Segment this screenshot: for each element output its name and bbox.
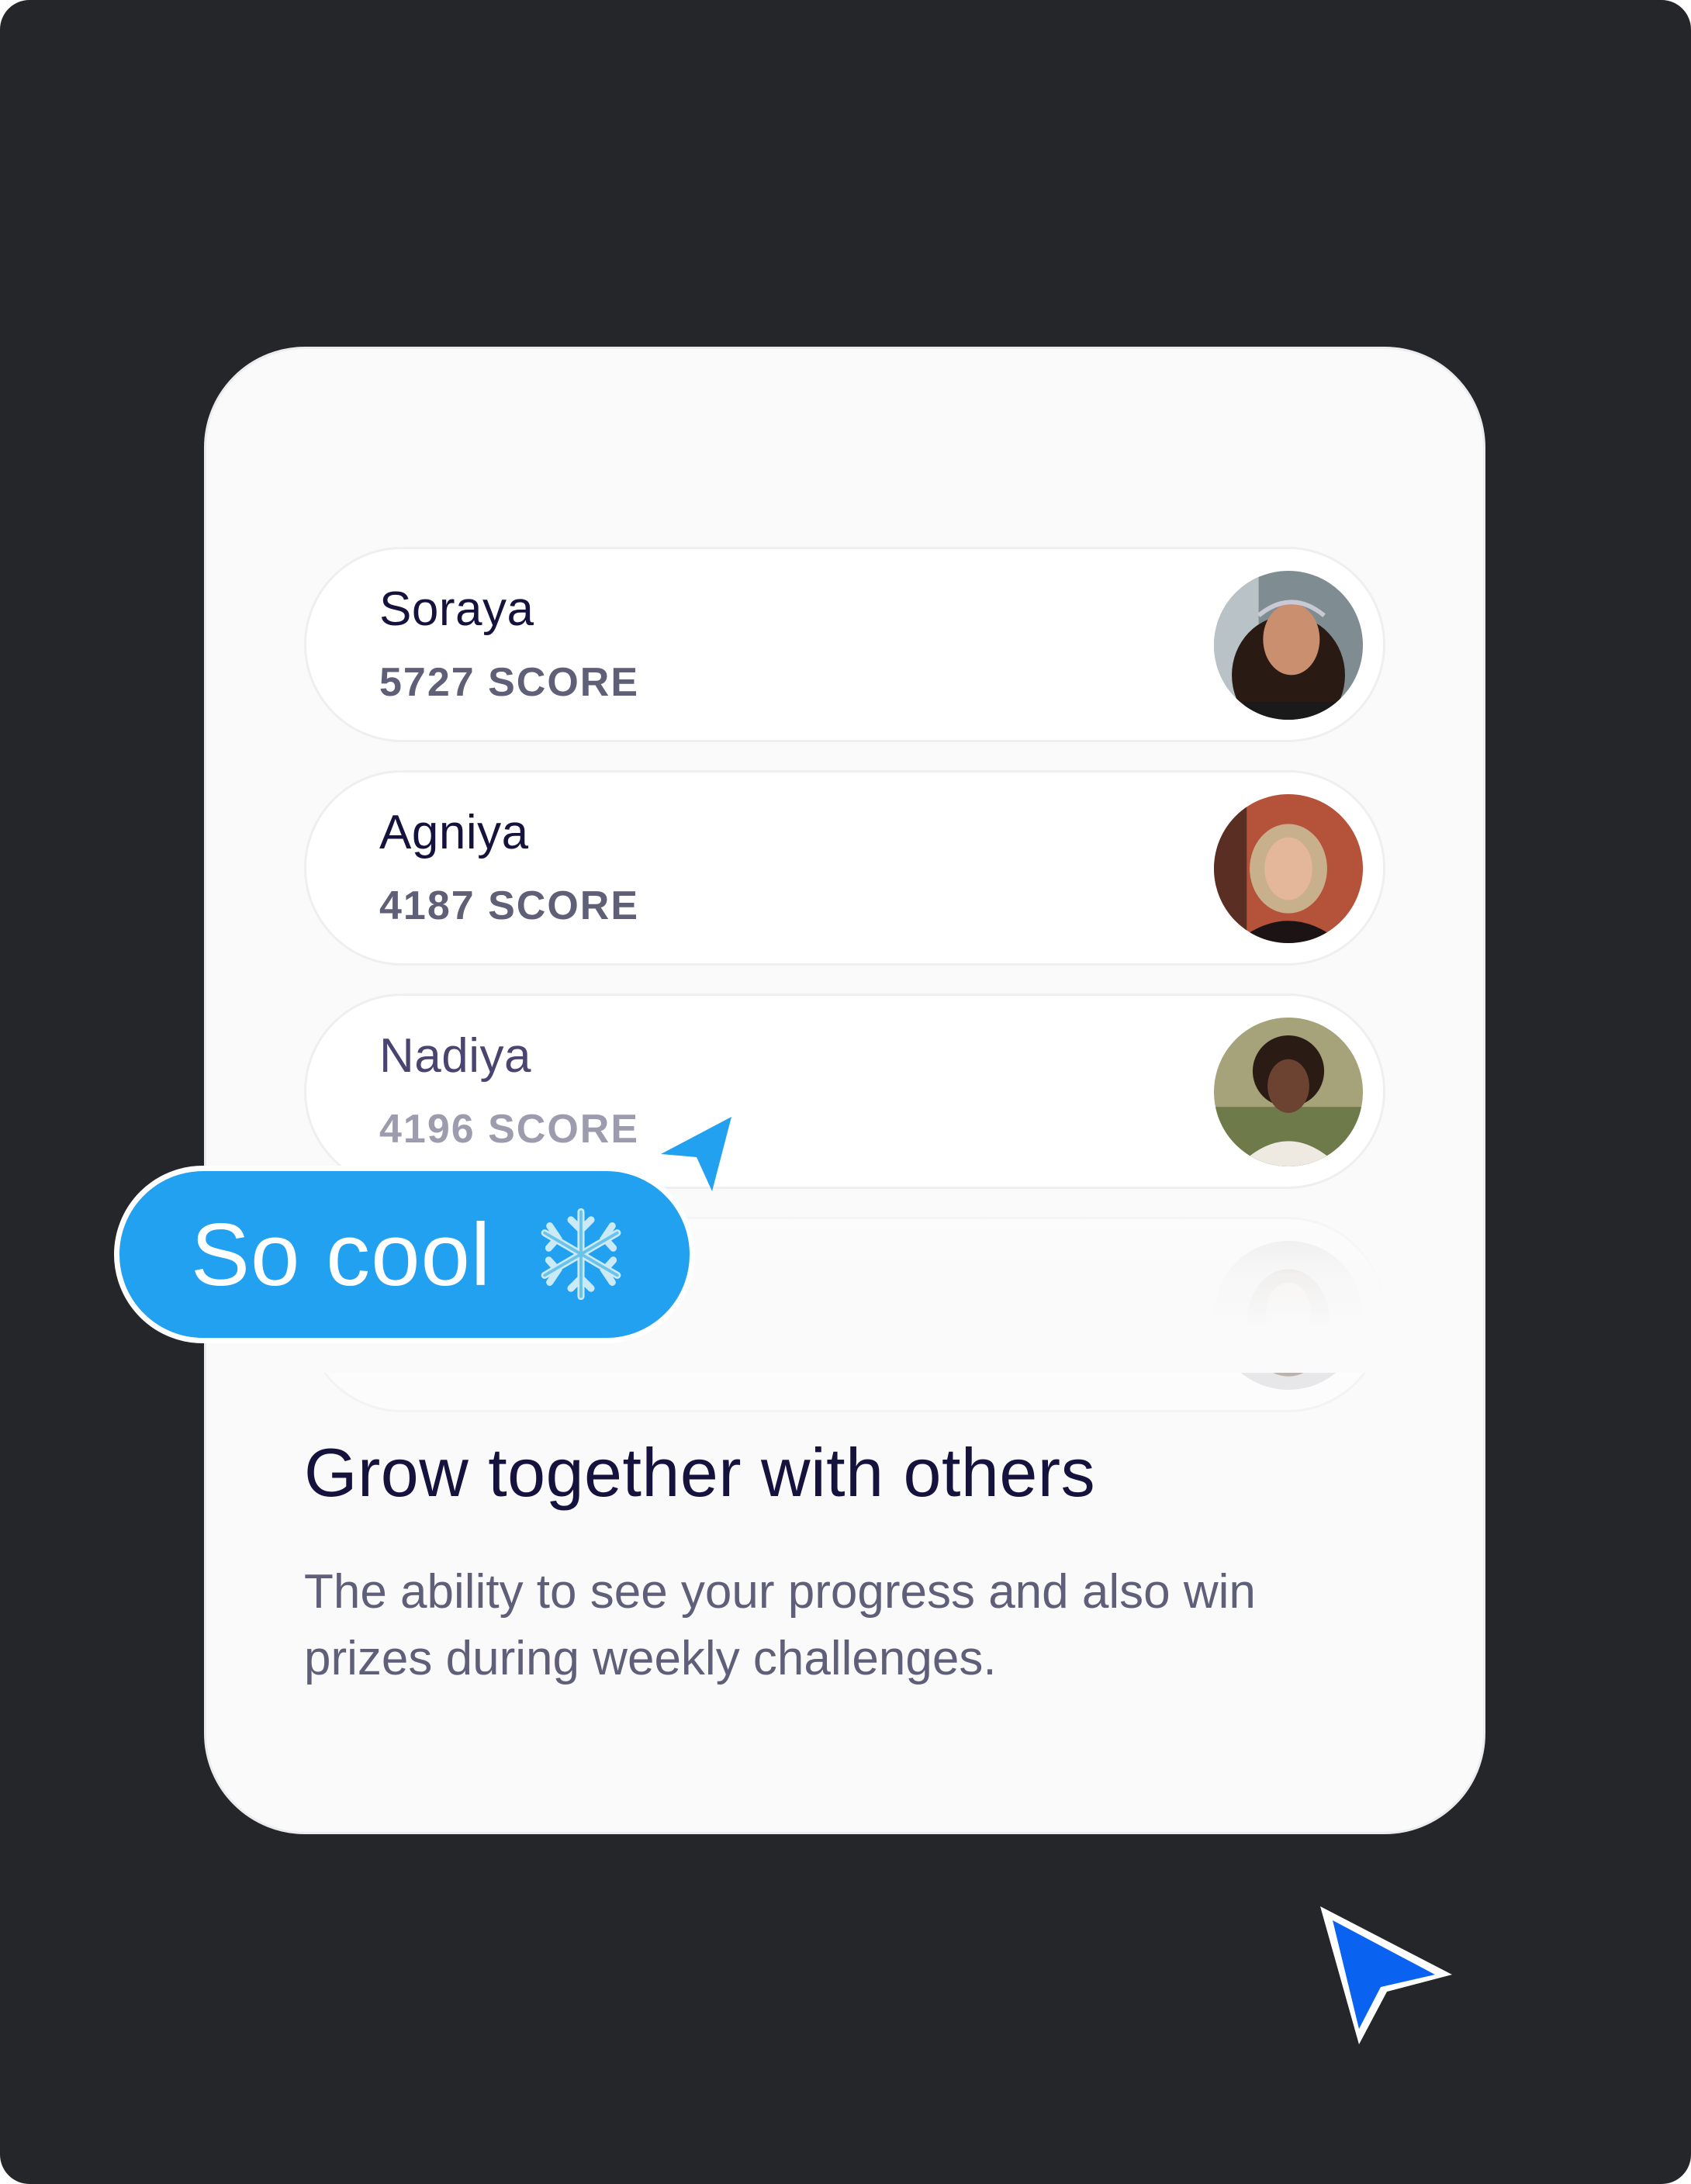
avatar [1214, 1018, 1363, 1166]
leaderboard-row-agniya[interactable]: Agniya 4187 SCORE [304, 770, 1385, 966]
player-score: 5727 SCORE [379, 660, 640, 705]
leaderboard-row-soraya[interactable]: Soraya 5727 SCORE [304, 547, 1385, 742]
avatar-photo-agniya-icon [1214, 794, 1363, 943]
player-name: Soraya [379, 582, 534, 636]
app-frame: Soraya 5727 SCORE Agniya 4187 SCORE Nadi… [0, 0, 1691, 2184]
reaction-chat-bubble: So cool [114, 1166, 695, 1343]
snowflake-icon [541, 1208, 621, 1301]
player-score: 4187 SCORE [379, 883, 640, 928]
player-name: Nadiya [379, 1029, 531, 1083]
avatar [1214, 571, 1363, 720]
pointer-cursor-icon [1320, 1906, 1452, 2044]
avatar-photo-soraya-icon [1214, 571, 1363, 720]
leaderboard-row-nadiya[interactable]: Nadiya 4196 SCORE [304, 994, 1385, 1189]
avatar-photo-nadiya-icon [1214, 1018, 1363, 1166]
bubble-text: So cool [191, 1206, 492, 1305]
pointer-cursor-icon [661, 1117, 731, 1191]
avatar [1214, 794, 1363, 943]
player-name: Agniya [379, 806, 529, 859]
feature-description: The ability to see your progress and als… [304, 1565, 1256, 1685]
feature-title: Grow together with others [304, 1434, 1096, 1511]
player-score: 4196 SCORE [379, 1107, 640, 1152]
